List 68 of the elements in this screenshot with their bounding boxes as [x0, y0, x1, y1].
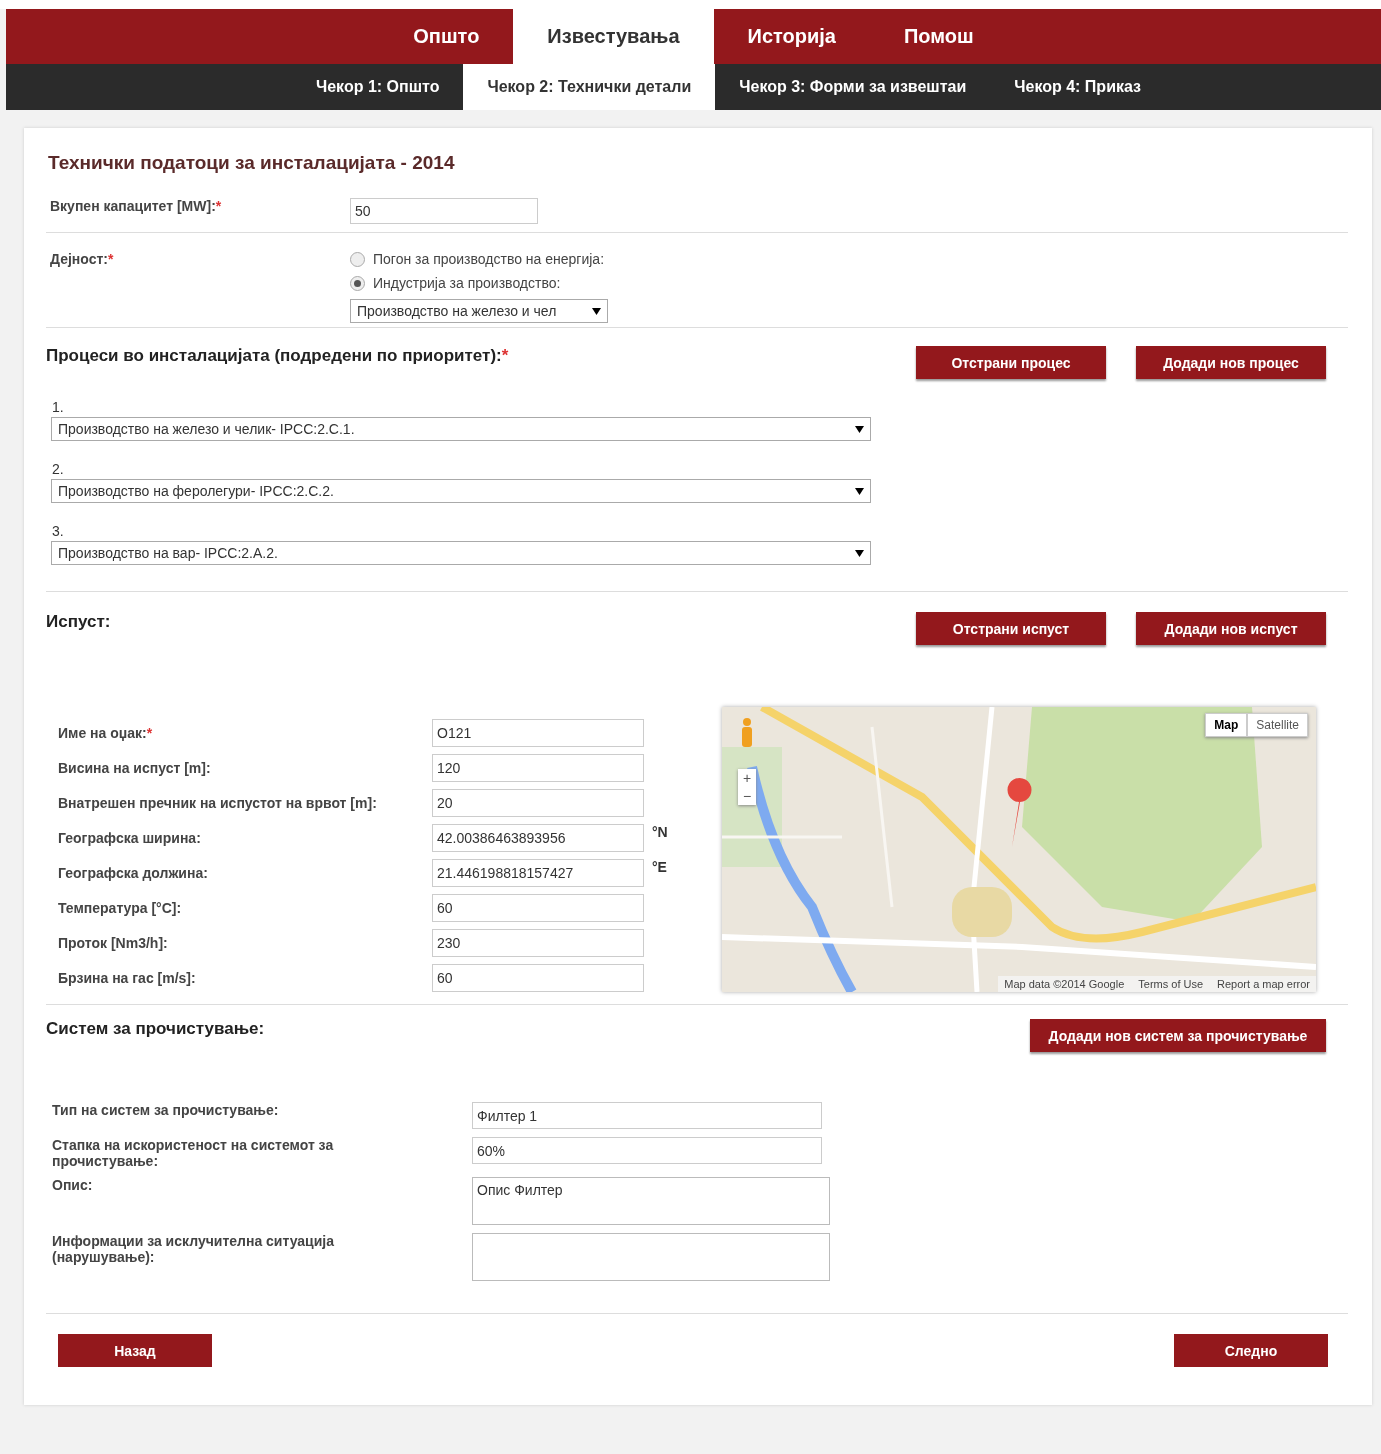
input-field[interactable]: 60	[432, 894, 644, 922]
step-tab[interactable]: Чекор 3: Форми за извештаи	[715, 64, 991, 110]
select-field[interactable]: Производство на железо и чел	[350, 299, 608, 323]
map-footer-link[interactable]: Report a map error	[1217, 978, 1310, 990]
input-field[interactable]: 50	[350, 198, 538, 224]
input-field[interactable]: 120	[432, 754, 644, 782]
step-tab[interactable]: Чекор 2: Технички детали	[463, 64, 716, 110]
field-label: Вкупен капацитет [MW]:*	[50, 198, 223, 216]
input-field[interactable]: 60%	[472, 1137, 822, 1164]
map-footer-link[interactable]: Map data ©2014 Google	[1004, 978, 1125, 990]
field-label: Тип на систем за прочистување:	[52, 1102, 280, 1120]
field-label: Опис:	[52, 1177, 94, 1195]
section-title: Систем за прочистување:	[46, 1019, 265, 1039]
main-tab[interactable]: Историја	[713, 9, 870, 64]
field-label: Проток [Nm3/h]:	[58, 935, 169, 951]
unit-label: °N	[651, 824, 669, 840]
field-label: Географска должина:	[58, 865, 209, 881]
input-field[interactable]: Филтер 1	[472, 1102, 822, 1129]
action-button[interactable]: Отстрани процес	[916, 346, 1106, 379]
radio-button[interactable]	[350, 251, 365, 267]
input-field[interactable]: O121	[432, 719, 644, 747]
map-type-button[interactable]: Map	[1205, 713, 1248, 737]
main-tab[interactable]: Известувања	[513, 9, 714, 64]
input-field[interactable]: 60	[432, 964, 644, 992]
field-label: Дејност:*	[50, 251, 115, 269]
radio-button[interactable]	[350, 275, 365, 291]
field-label: Географска ширина:	[58, 830, 202, 846]
field-label: Температура [°C]:	[58, 900, 183, 916]
unit-label: °E	[651, 859, 668, 875]
main-tab[interactable]: Општо	[379, 9, 514, 64]
radio-label: Погон за производство на енергија:	[373, 251, 605, 267]
field-label: Стапка на искористеност на системот за прочистување:	[52, 1137, 335, 1169]
map-footer-link[interactable]: Terms of Use	[1138, 978, 1204, 990]
action-button[interactable]: Додади нов процес	[1136, 346, 1326, 379]
input-field[interactable]: 20	[432, 789, 644, 817]
person-icon[interactable]	[740, 717, 754, 747]
field-label: Име на оџак:*	[58, 725, 154, 741]
back-button[interactable]: Назад	[58, 1334, 212, 1367]
action-button[interactable]: Додади нов испуст	[1136, 612, 1326, 645]
map-type-button[interactable]: Satellite	[1247, 713, 1308, 737]
field-label: Брзина на гас [m/s]:	[58, 970, 197, 986]
select-field[interactable]: Производство на феролегури- IPCC:2.C.2.	[51, 479, 871, 503]
field-label: Висина на испуст [m]:	[58, 760, 212, 776]
field-label: Внатрешен пречник на испустот на врвот [m]:	[58, 795, 378, 811]
item-number: 2.	[52, 461, 65, 477]
select-field[interactable]: Производство на вар- IPCC:2.A.2.	[51, 541, 871, 565]
step-tab[interactable]: Чекор 4: Приказ	[990, 64, 1166, 110]
page-title: Технички податоци за инсталацијата - 2014	[48, 152, 456, 174]
input-field[interactable]: 42.00386463893956	[432, 824, 644, 852]
text-area[interactable]: Опис Филтер	[472, 1177, 830, 1225]
item-number: 1.	[52, 399, 65, 415]
text-area[interactable]	[472, 1233, 830, 1281]
select-field[interactable]: Производство на железо и челик- IPCC:2.C.1.	[51, 417, 871, 441]
input-field[interactable]: 21.446198818157427	[432, 859, 644, 887]
field-label: Информации за исклучителна ситуација (нарушување):	[52, 1233, 335, 1267]
input-field[interactable]: 230	[432, 929, 644, 957]
step-tab[interactable]: Чекор 1: Општо	[291, 64, 464, 110]
zoom-button[interactable]: −	[738, 787, 756, 805]
next-button[interactable]: Следно	[1174, 1334, 1328, 1367]
map-view[interactable]: + − Map Satellite Map data ©2014 Google Terms of Use Report a map error	[722, 707, 1316, 992]
zoom-button[interactable]: +	[738, 769, 756, 787]
action-button[interactable]: Отстрани испуст	[916, 612, 1106, 645]
main-tab[interactable]: Помош	[869, 9, 1008, 64]
section-title: Процеси во инсталацијата (подредени по приоритет):*	[46, 346, 509, 366]
radio-label: Индустрија за производство:	[373, 275, 561, 291]
item-number: 3.	[52, 523, 65, 539]
section-title: Испуст:	[46, 612, 111, 632]
action-button[interactable]: Додади нов систем за прочистување	[1030, 1019, 1326, 1052]
